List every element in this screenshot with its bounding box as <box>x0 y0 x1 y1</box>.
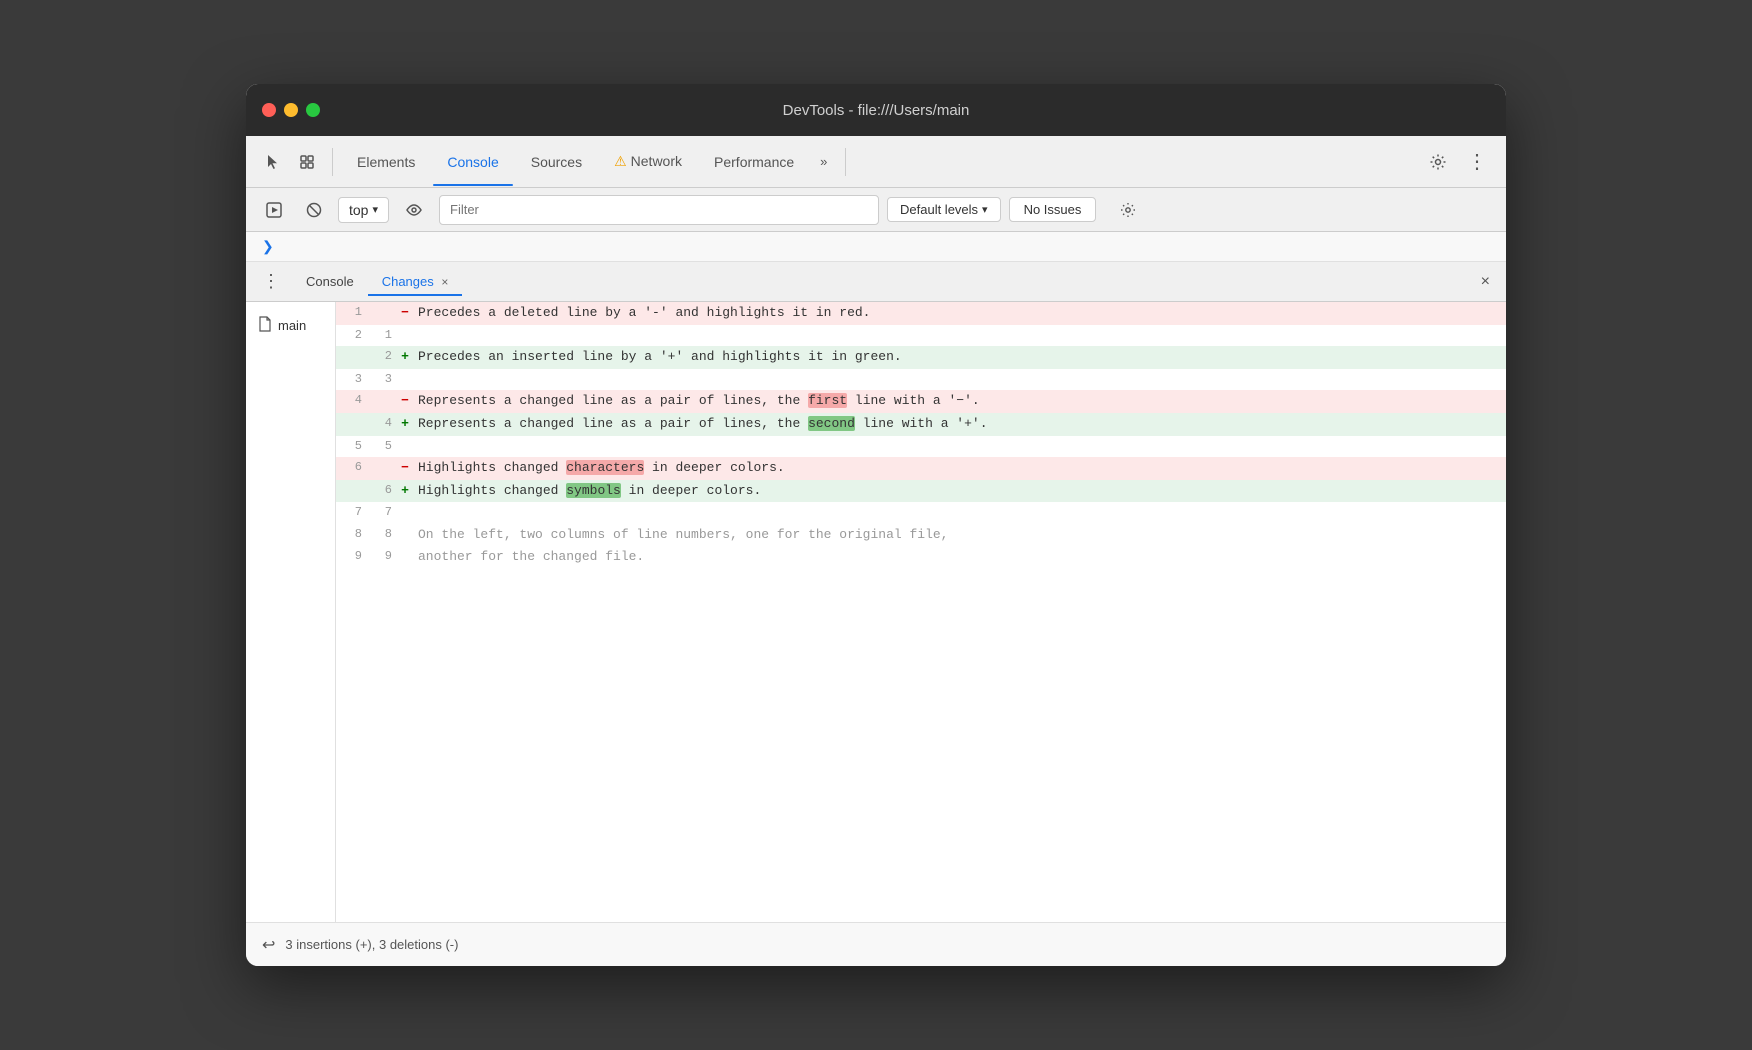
diff-row-2-neutral: 2 1 <box>336 325 1506 346</box>
fullscreen-button[interactable] <box>306 103 320 117</box>
levels-label: Default levels <box>900 202 978 217</box>
tab-console[interactable]: Console <box>433 146 512 178</box>
sidebar: main <box>246 302 336 922</box>
filter-input[interactable] <box>439 195 879 225</box>
tab-elements[interactable]: Elements <box>343 146 429 178</box>
context-label: top <box>349 202 368 218</box>
play-button[interactable] <box>258 197 290 223</box>
tab-sources[interactable]: Sources <box>517 146 596 178</box>
chevron-down-icon-levels: ▾ <box>982 203 988 216</box>
diff-content-12: another for the changed file. <box>414 546 1506 569</box>
diff-content-6: Represents a changed line as a pair of l… <box>414 413 1506 436</box>
layers-icon[interactable] <box>292 147 322 177</box>
undo-icon: ↩ <box>262 935 275 955</box>
more-options-icon[interactable]: ⋮ <box>1461 143 1494 180</box>
highlight-symbols: symbols <box>566 483 621 498</box>
diff-row-11-comment: 8 8 On the left, two columns of line num… <box>336 524 1506 547</box>
traffic-lights <box>262 103 320 117</box>
diff-content-1: Precedes a deleted line by a '-' and hig… <box>414 302 1506 325</box>
settings-console-icon[interactable] <box>1112 197 1144 223</box>
footer-text: 3 insertions (+), 3 deletions (-) <box>285 937 458 952</box>
breadcrumb: ❯ <box>246 232 1506 262</box>
minimize-button[interactable] <box>284 103 298 117</box>
sidebar-item-main[interactable]: main <box>246 310 335 341</box>
toolbar-divider-right <box>845 148 846 176</box>
toolbar-divider <box>332 148 333 176</box>
diff-row-8-deleted: 6 − Highlights changed characters in dee… <box>336 457 1506 480</box>
console-toolbar: top ▾ Default levels ▾ No Issues <box>246 188 1506 232</box>
diff-row-6-inserted: 4 + Represents a changed line as a pair … <box>336 413 1506 436</box>
marker-del-1: − <box>396 302 414 325</box>
tab-console-panel[interactable]: Console <box>292 268 368 295</box>
more-tabs-button[interactable]: » <box>812 148 835 175</box>
block-button[interactable] <box>298 197 330 223</box>
close-button[interactable] <box>262 103 276 117</box>
new-line-1 <box>366 302 396 325</box>
levels-dropdown[interactable]: Default levels ▾ <box>887 197 1001 222</box>
main-toolbar: Elements Console Sources ⚠Network Perfor… <box>246 136 1506 188</box>
diff-row-5-deleted: 4 − Represents a changed line as a pair … <box>336 390 1506 413</box>
diff-row-10-neutral: 7 7 <box>336 502 1506 523</box>
tab-network[interactable]: ⚠Network <box>600 145 696 178</box>
issues-button[interactable]: No Issues <box>1009 197 1097 222</box>
diff-row-3-inserted: 2 + Precedes an inserted line by a '+' a… <box>336 346 1506 369</box>
titlebar: DevTools - file:///Users/main <box>246 84 1506 136</box>
devtools-window: DevTools - file:///Users/main Elements C… <box>246 84 1506 966</box>
panel-tabs-bar: ⋮ Console Changes × × <box>246 262 1506 302</box>
diff-content-8: Highlights changed characters in deeper … <box>414 457 1506 480</box>
diff-row-7-neutral: 5 5 <box>336 436 1506 457</box>
diff-content-9: Highlights changed symbols in deeper col… <box>414 480 1506 503</box>
eye-button[interactable] <box>397 198 431 222</box>
highlight-second: second <box>808 416 855 431</box>
breadcrumb-arrow-icon: ❯ <box>262 238 274 254</box>
close-changes-tab[interactable]: × <box>441 275 448 289</box>
orig-line-1: 1 <box>336 302 366 325</box>
highlight-characters: characters <box>566 460 644 475</box>
diff-row-12-comment: 9 9 another for the changed file. <box>336 546 1506 569</box>
close-panel-button[interactable]: × <box>1477 269 1494 295</box>
tab-changes-panel[interactable]: Changes × <box>368 268 463 295</box>
footer-bar: ↩ 3 insertions (+), 3 deletions (-) <box>246 922 1506 966</box>
chevron-down-icon: ▾ <box>372 203 378 216</box>
context-dropdown[interactable]: top ▾ <box>338 197 389 223</box>
panel-more-icon[interactable]: ⋮ <box>258 265 284 298</box>
tab-performance[interactable]: Performance <box>700 146 808 178</box>
file-icon <box>258 316 272 335</box>
settings-icon[interactable] <box>1423 147 1453 177</box>
toolbar-right: ⋮ <box>1423 143 1494 180</box>
window-title: DevTools - file:///Users/main <box>783 102 970 119</box>
highlight-first: first <box>808 393 847 408</box>
diff-content-5: Represents a changed line as a pair of l… <box>414 390 1506 413</box>
sidebar-item-label: main <box>278 318 306 333</box>
warning-icon: ⚠ <box>614 153 627 169</box>
diff-table: 1 − Precedes a deleted line by a '-' and… <box>336 302 1506 569</box>
cursor-icon[interactable] <box>258 147 288 177</box>
diff-area: 1 − Precedes a deleted line by a '-' and… <box>336 302 1506 922</box>
main-content: main 1 − Precedes a deleted line by a '-… <box>246 302 1506 922</box>
diff-row-9-inserted: 6 + Highlights changed symbols in deeper… <box>336 480 1506 503</box>
diff-row-1-deleted: 1 − Precedes a deleted line by a '-' and… <box>336 302 1506 325</box>
diff-row-4-neutral: 3 3 <box>336 369 1506 390</box>
diff-content-11: On the left, two columns of line numbers… <box>414 524 1506 547</box>
